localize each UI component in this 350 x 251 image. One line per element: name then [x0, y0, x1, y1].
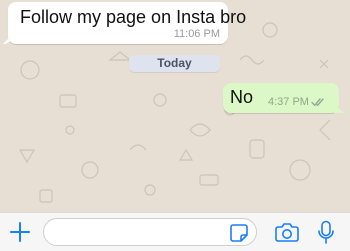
message-text: Follow my page on Insta bro — [20, 7, 247, 27]
message-input-bar — [0, 212, 350, 251]
message-timestamp: 11:06 PM — [173, 28, 220, 40]
sticker-icon[interactable] — [229, 223, 249, 243]
message-text: No — [230, 87, 254, 107]
incoming-message-bubble[interactable]: Follow my page on Insta bro 11:06 PM — [8, 2, 246, 44]
message-timestamp: 4:37 PM — [268, 96, 309, 108]
chat-screen: Follow my page on Insta bro 11:06 PM Tod… — [0, 0, 350, 251]
microphone-icon[interactable] — [317, 220, 335, 245]
camera-icon[interactable] — [275, 222, 299, 243]
date-separator: Today — [129, 55, 220, 72]
message-input[interactable] — [43, 218, 257, 246]
outgoing-message-bubble[interactable]: No 4:37 PM — [223, 83, 339, 113]
plus-icon[interactable] — [9, 221, 31, 243]
double-check-icon — [311, 98, 324, 106]
